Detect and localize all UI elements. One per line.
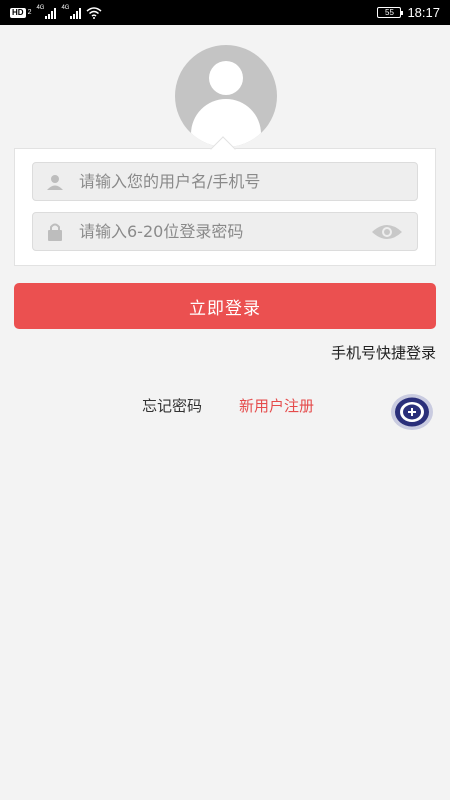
login-button[interactable]: 立即登录 xyxy=(14,283,436,329)
register-link[interactable]: 新用户注册 xyxy=(239,395,314,416)
user-icon xyxy=(45,172,65,192)
username-field[interactable] xyxy=(32,162,418,201)
status-bar: HD 2 4G 4G 55 18:17 xyxy=(0,0,450,25)
eye-icon[interactable] xyxy=(371,222,403,242)
phone-quick-login-link[interactable]: 手机号快捷登录 xyxy=(331,342,436,363)
forgot-password-link[interactable]: 忘记密码 xyxy=(142,395,202,416)
wifi-icon xyxy=(86,6,102,19)
signal-icon: 4G xyxy=(36,4,57,19)
plus-circle-icon[interactable] xyxy=(390,393,434,431)
password-input[interactable] xyxy=(79,222,369,241)
status-right: 55 18:17 xyxy=(377,5,440,20)
password-field[interactable] xyxy=(32,212,418,251)
lock-icon xyxy=(45,222,65,242)
avatar-placeholder-icon xyxy=(175,45,277,147)
username-input[interactable] xyxy=(79,172,369,191)
battery-icon: 55 xyxy=(377,7,404,18)
hd-sub: 2 xyxy=(27,9,32,16)
signal-icon: 4G xyxy=(61,4,82,19)
status-left: HD 2 4G 4G xyxy=(10,4,102,19)
hd-badge: HD xyxy=(10,7,26,18)
clock: 18:17 xyxy=(407,5,440,20)
network-type-2: 4G xyxy=(61,4,70,11)
network-type-1: 4G xyxy=(36,4,45,11)
login-form-card xyxy=(14,148,436,266)
